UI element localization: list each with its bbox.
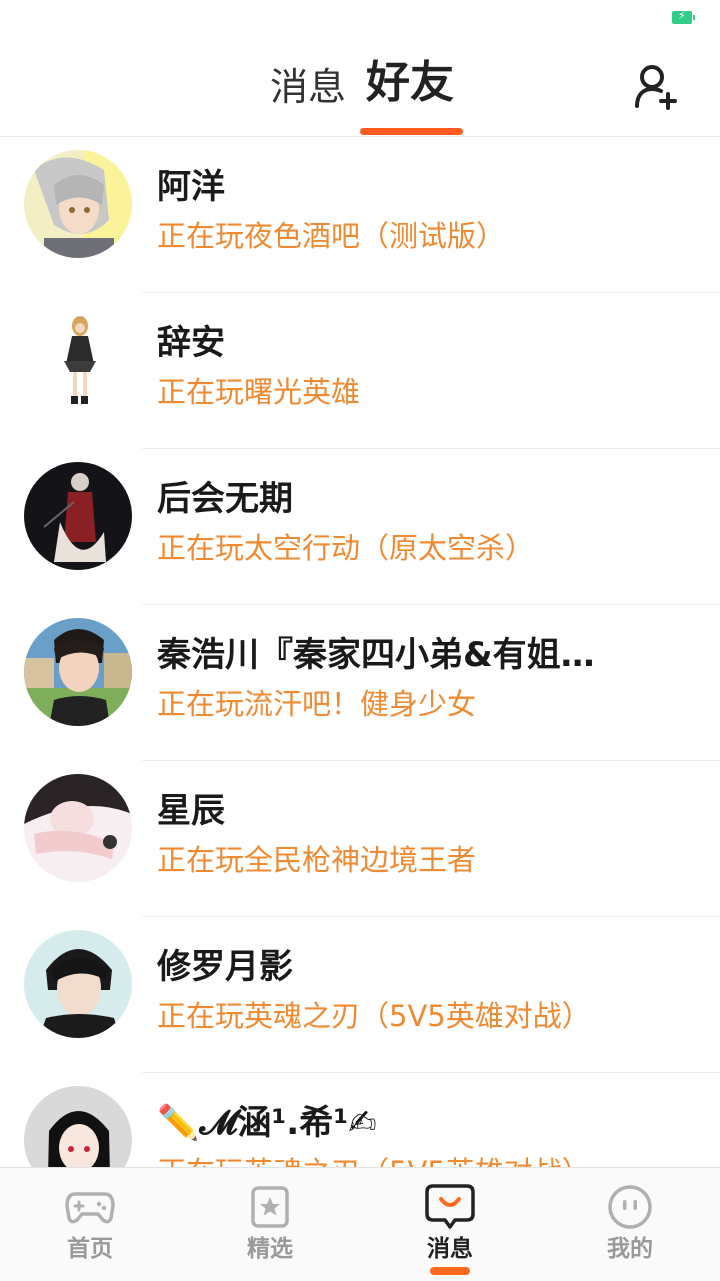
friend-list: 阿洋⁠⁠ 正在玩夜色酒吧（测试版） 辞安 正在玩曙光英雄 <box>0 137 720 1167</box>
nav-label: 精选 <box>247 1236 293 1262</box>
add-friend-button[interactable] <box>632 62 682 112</box>
bottom-tab-bar: 首页 精选 消息 我的 <box>0 1167 720 1281</box>
friend-name: 星辰 <box>157 791 225 831</box>
friend-row[interactable]: 修罗月影 正在玩英魂之刃（5V5英雄对战） <box>0 917 720 1073</box>
friend-name: 辞安 <box>157 323 225 363</box>
friend-name: 阿洋⁠⁠ <box>157 167 225 207</box>
friend-status: 正在玩曙光英雄 <box>157 375 361 409</box>
nav-label: 首页 <box>67 1236 113 1262</box>
friend-name: ✏️𝓜涵¹.希¹✍ <box>157 1103 377 1143</box>
avatar <box>24 1086 132 1167</box>
gamepad-icon <box>65 1192 115 1224</box>
friend-status: 正在玩全民枪神边境王者 <box>157 843 477 877</box>
star-icon <box>251 1186 289 1228</box>
nav-featured[interactable]: 精选 <box>180 1168 360 1281</box>
avatar <box>24 462 132 570</box>
message-icon <box>425 1184 475 1229</box>
status-bar: ⚡ <box>0 0 720 36</box>
avatar <box>24 618 132 726</box>
friend-row[interactable]: 秦浩川『秦家四小弟&有姐找... 正在玩流汗吧！健身少女 <box>0 605 720 761</box>
nav-home[interactable]: 首页 <box>0 1168 180 1281</box>
nav-mine[interactable]: 我的 <box>540 1168 720 1281</box>
avatar <box>24 930 132 1038</box>
avatar <box>24 306 132 414</box>
friend-row[interactable]: ✏️𝓜涵¹.希¹✍ 正在玩英魂之刃（5V5英雄对战） <box>0 1073 720 1167</box>
friend-name: 后会无期 <box>157 479 293 519</box>
friend-status: 正在玩夜色酒吧（测试版） <box>157 219 506 253</box>
friend-status: 正在玩太空行动（原太空杀） <box>157 531 535 565</box>
profile-face-icon <box>608 1185 652 1229</box>
friend-status: 正在玩英魂之刃（5V5英雄对战） <box>157 999 591 1033</box>
nav-label: 我的 <box>607 1236 653 1262</box>
friend-row[interactable]: 后会无期 正在玩太空行动（原太空杀） <box>0 449 720 605</box>
friend-name: 修罗月影 <box>157 947 293 987</box>
friend-status: 正在玩英魂之刃（5V5英雄对战） <box>157 1153 591 1167</box>
battery-icon: ⚡ <box>672 9 695 24</box>
friend-status: 正在玩流汗吧！健身少女 <box>157 687 477 721</box>
header: 消息 好友 <box>0 36 720 137</box>
friend-row[interactable]: 辞安 正在玩曙光英雄 <box>0 293 720 449</box>
tab-messages[interactable]: 消息 <box>270 62 346 112</box>
friend-row[interactable]: 星辰 正在玩全民枪神边境王者 <box>0 761 720 917</box>
friend-name: 秦浩川『秦家四小弟&有姐找... <box>157 635 627 675</box>
nav-messages[interactable]: 消息 <box>360 1168 540 1281</box>
avatar <box>24 774 132 882</box>
avatar <box>24 150 132 258</box>
friend-row[interactable]: 阿洋⁠⁠ 正在玩夜色酒吧（测试版） <box>0 137 720 293</box>
tab-indicator <box>360 128 463 135</box>
nav-active-indicator <box>430 1267 470 1275</box>
tab-friends[interactable]: 好友 <box>366 58 454 108</box>
nav-label: 消息 <box>427 1236 473 1262</box>
add-friend-icon <box>635 65 677 110</box>
